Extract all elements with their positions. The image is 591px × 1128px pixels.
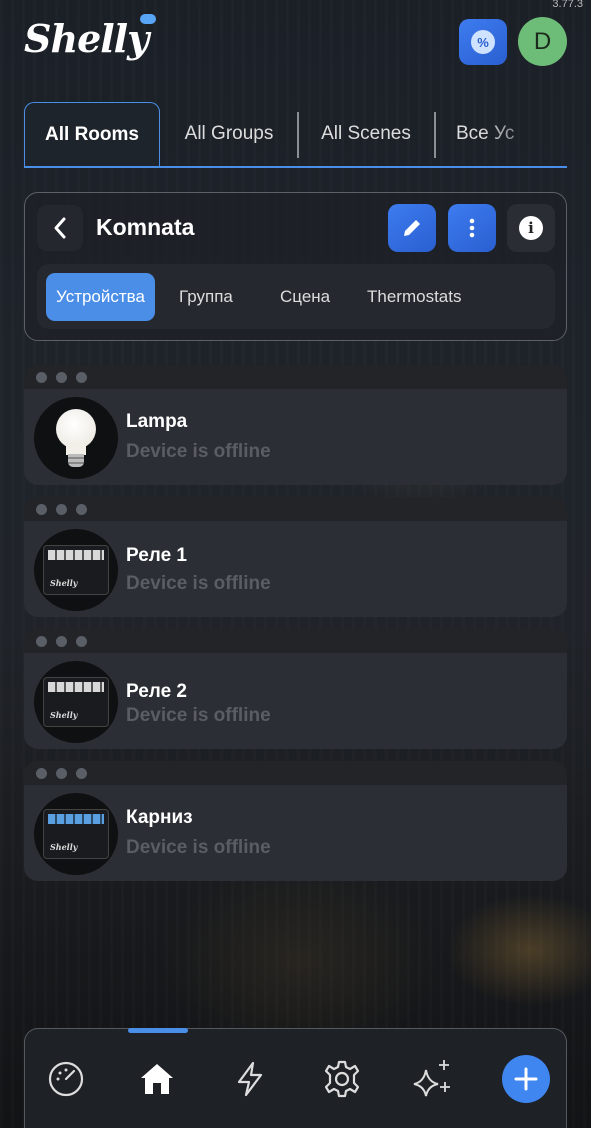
room-panel: Komnata i Устройства Группа Сцена Thermo… <box>24 192 567 341</box>
cloud-icon <box>56 503 67 515</box>
dashboard-icon[interactable] <box>44 1057 88 1101</box>
device-name: Lampa <box>126 411 188 432</box>
tab-all-groups[interactable]: All Groups <box>174 102 284 166</box>
tab-all-scenes[interactable]: All Scenes <box>310 102 422 166</box>
device-name: Реле 1 <box>126 545 187 566</box>
tab-all-devices[interactable]: Все Ус <box>444 102 567 166</box>
info-icon: i <box>519 216 543 240</box>
sync-icon <box>76 767 87 779</box>
sync-icon <box>76 503 87 515</box>
shutter-relay-image: Shelly <box>34 793 118 875</box>
bulb-image <box>34 397 118 479</box>
tab-divider <box>297 112 299 158</box>
home-icon[interactable] <box>135 1057 179 1101</box>
active-tab-indicator <box>128 1028 188 1033</box>
sync-icon <box>76 371 87 383</box>
bottom-navigation <box>24 1028 567 1128</box>
device-status-strip <box>24 761 567 785</box>
room-subtabs: Устройства Группа Сцена Thermostats <box>37 264 555 329</box>
tab-all-rooms[interactable]: All Rooms <box>24 102 160 166</box>
device-status-strip <box>24 629 567 653</box>
device-card[interactable]: Shelly Карниз Device is offline <box>24 761 567 881</box>
device-status-strip <box>24 497 567 521</box>
subtab-devices[interactable]: Устройства <box>46 273 155 321</box>
device-name: Реле 2 <box>126 681 187 702</box>
device-status: Device is offline <box>126 705 271 726</box>
room-tabs: All Rooms All Groups All Scenes Все Ус <box>24 102 567 168</box>
tab-divider <box>434 112 436 158</box>
room-info-button[interactable]: i <box>507 204 555 252</box>
app-version: 3.77.3 <box>552 0 583 10</box>
user-avatar[interactable]: D <box>518 17 567 66</box>
device-status: Device is offline <box>126 441 271 462</box>
back-button[interactable] <box>37 205 83 251</box>
share-icon <box>36 635 47 647</box>
share-icon <box>36 767 47 779</box>
edit-room-button[interactable] <box>388 204 436 252</box>
discount-badge-icon: % <box>471 30 495 54</box>
pencil-icon <box>404 220 420 236</box>
cloud-icon <box>56 635 67 647</box>
device-card[interactable]: Shelly Реле 1 Device is offline <box>24 497 567 617</box>
device-card[interactable]: Lampa Device is offline <box>24 365 567 485</box>
more-options-button[interactable] <box>448 204 496 252</box>
device-status-strip <box>24 365 567 389</box>
sparkle-icon[interactable] <box>411 1057 455 1101</box>
lightning-icon[interactable] <box>228 1057 272 1101</box>
subtab-thermostats[interactable]: Thermostats <box>367 273 461 321</box>
sync-icon <box>76 635 87 647</box>
add-button[interactable] <box>502 1055 550 1103</box>
shelly-logo: Shelly <box>24 14 157 61</box>
device-status: Device is offline <box>126 573 271 594</box>
device-name: Карниз <box>126 807 193 828</box>
more-vertical-icon <box>469 218 475 238</box>
subtab-group[interactable]: Группа <box>179 273 233 321</box>
device-status: Device is offline <box>126 837 271 858</box>
cloud-icon <box>56 371 67 383</box>
share-icon <box>36 503 47 515</box>
device-card[interactable]: Shelly Реле 2 Device is offline <box>24 629 567 749</box>
chevron-left-icon <box>54 217 66 239</box>
promo-button[interactable]: % <box>459 19 507 65</box>
relay-image: Shelly <box>34 529 118 611</box>
relay-image: Shelly <box>34 661 118 743</box>
room-title: Komnata <box>96 214 195 240</box>
add-icon <box>514 1067 538 1091</box>
share-icon <box>36 371 47 383</box>
cloud-icon <box>56 767 67 779</box>
subtab-scene[interactable]: Сцена <box>280 273 330 321</box>
settings-icon[interactable] <box>320 1057 364 1101</box>
